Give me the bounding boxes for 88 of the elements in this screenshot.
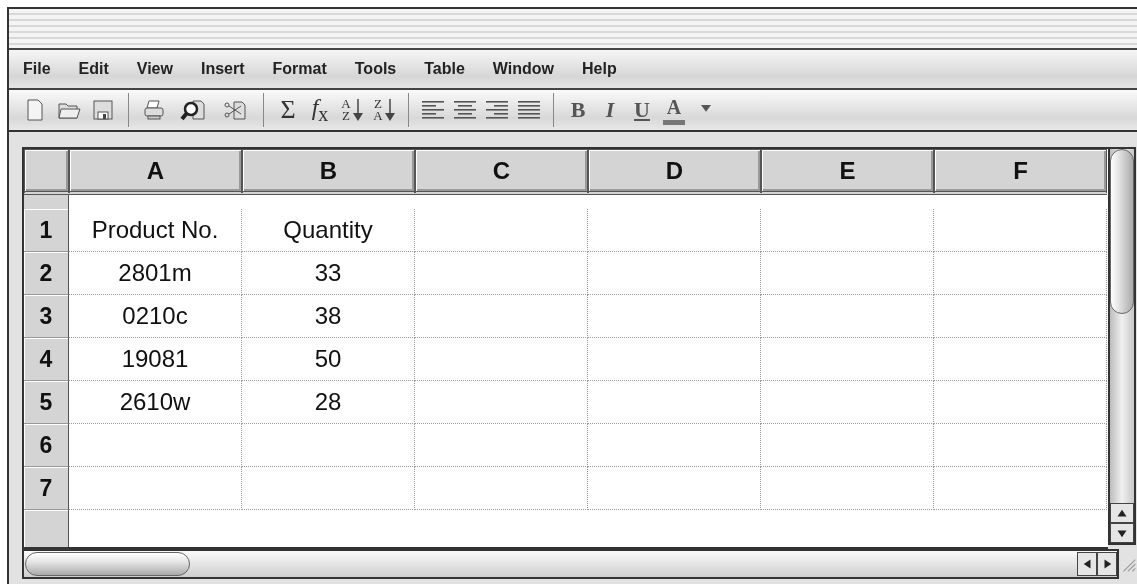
empty-cell[interactable]	[761, 252, 934, 295]
column-header[interactable]: F	[934, 149, 1107, 195]
table-cell[interactable]: Quantity	[242, 209, 415, 252]
empty-cell[interactable]	[588, 295, 761, 338]
table-cell[interactable]: 2801m	[69, 252, 242, 295]
empty-cell[interactable]	[761, 338, 934, 381]
empty-cell[interactable]	[934, 295, 1107, 338]
empty-cell[interactable]	[934, 252, 1107, 295]
table-cell[interactable]: 33	[242, 252, 415, 295]
table-cell[interactable]: 38	[242, 295, 415, 338]
table-cell[interactable]: 28	[242, 381, 415, 424]
sort-ascending-button[interactable]: A Z	[341, 95, 363, 125]
empty-cell[interactable]	[934, 381, 1107, 424]
empty-cell[interactable]	[588, 338, 761, 381]
row-header[interactable]: 7	[24, 467, 69, 510]
up-arrow-icon	[1116, 508, 1128, 518]
function-button[interactable]: f$_{x}$	[309, 95, 331, 125]
empty-cell[interactable]	[588, 424, 761, 467]
empty-cell[interactable]	[415, 467, 588, 510]
empty-cell[interactable]	[761, 424, 934, 467]
menu-item[interactable]: View	[136, 60, 173, 78]
column-header[interactable]: E	[761, 149, 934, 195]
scroll-right-button[interactable]	[1097, 552, 1118, 576]
scroll-down-button[interactable]	[1110, 523, 1134, 543]
row-header[interactable]: 6	[24, 424, 69, 467]
corner-header[interactable]	[24, 149, 69, 195]
empty-cell[interactable]	[934, 467, 1107, 510]
empty-cell[interactable]	[934, 338, 1107, 381]
sum-button[interactable]: Σ	[277, 95, 299, 125]
empty-cell[interactable]	[588, 381, 761, 424]
right-arrow-icon	[1102, 558, 1112, 570]
row-header[interactable]: 3	[24, 295, 69, 338]
scroll-left-button[interactable]	[1077, 552, 1098, 576]
empty-cell[interactable]	[588, 467, 761, 510]
menu-item[interactable]: Insert	[200, 60, 245, 78]
empty-cell[interactable]	[415, 381, 588, 424]
table-cell[interactable]: 50	[242, 338, 415, 381]
empty-cell[interactable]	[934, 209, 1107, 252]
font-color-button[interactable]: A	[663, 95, 685, 125]
empty-cell[interactable]	[934, 424, 1107, 467]
empty-cell[interactable]	[415, 338, 588, 381]
table-cell[interactable]: 2610w	[69, 381, 242, 424]
empty-cell[interactable]	[761, 467, 934, 510]
row-header[interactable]: 5	[24, 381, 69, 424]
menu-item[interactable]: Table	[424, 60, 465, 78]
empty-cell[interactable]	[242, 467, 415, 510]
horizontal-scrollbar[interactable]	[22, 549, 1120, 579]
empty-cell[interactable]	[588, 252, 761, 295]
table-cell[interactable]: Product No.	[69, 209, 242, 252]
menu-item[interactable]: File	[23, 60, 51, 78]
left-arrow-icon	[1082, 558, 1092, 570]
empty-cell[interactable]	[588, 209, 761, 252]
down-arrow-icon	[1116, 528, 1128, 538]
empty-cell[interactable]	[761, 209, 934, 252]
row-header[interactable]: 2	[24, 252, 69, 295]
column-header[interactable]: C	[415, 149, 588, 195]
table-cell[interactable]: 19081	[69, 338, 242, 381]
underline-button[interactable]: U	[631, 95, 653, 125]
italic-button[interactable]: I	[599, 95, 621, 125]
row-header[interactable]	[24, 510, 69, 547]
scroll-up-button[interactable]	[1110, 503, 1134, 523]
row-header[interactable]: 1	[24, 209, 69, 252]
scroll-thumb[interactable]	[1110, 149, 1134, 314]
column-header[interactable]: A	[69, 149, 242, 195]
empty-cell[interactable]	[761, 381, 934, 424]
empty-cell[interactable]	[415, 252, 588, 295]
vertical-scrollbar[interactable]	[1108, 147, 1136, 545]
menu-item[interactable]: Window	[492, 60, 555, 78]
table-cell[interactable]: 0210c	[69, 295, 242, 338]
down-arrow-icon	[384, 99, 395, 121]
printer-icon	[142, 98, 166, 122]
menu-item[interactable]: Tools	[354, 60, 397, 78]
scroll-thumb[interactable]	[25, 552, 190, 576]
empty-cell[interactable]	[761, 295, 934, 338]
empty-cell[interactable]	[415, 295, 588, 338]
empty-cell[interactable]	[242, 424, 415, 467]
row-header[interactable]: 4	[24, 338, 69, 381]
column-header[interactable]: D	[588, 149, 761, 195]
menu-item[interactable]: Format	[272, 60, 327, 78]
down-arrow-icon	[352, 99, 363, 121]
menu-item[interactable]: Help	[582, 60, 617, 78]
row-header	[24, 195, 69, 209]
menu-item[interactable]: Edit	[78, 60, 109, 78]
empty-cell[interactable]	[415, 209, 588, 252]
column-header[interactable]: B	[242, 149, 415, 195]
empty-cell[interactable]	[415, 424, 588, 467]
sort-descending-button[interactable]: Z A	[373, 95, 395, 125]
bold-button[interactable]: B	[567, 95, 589, 125]
